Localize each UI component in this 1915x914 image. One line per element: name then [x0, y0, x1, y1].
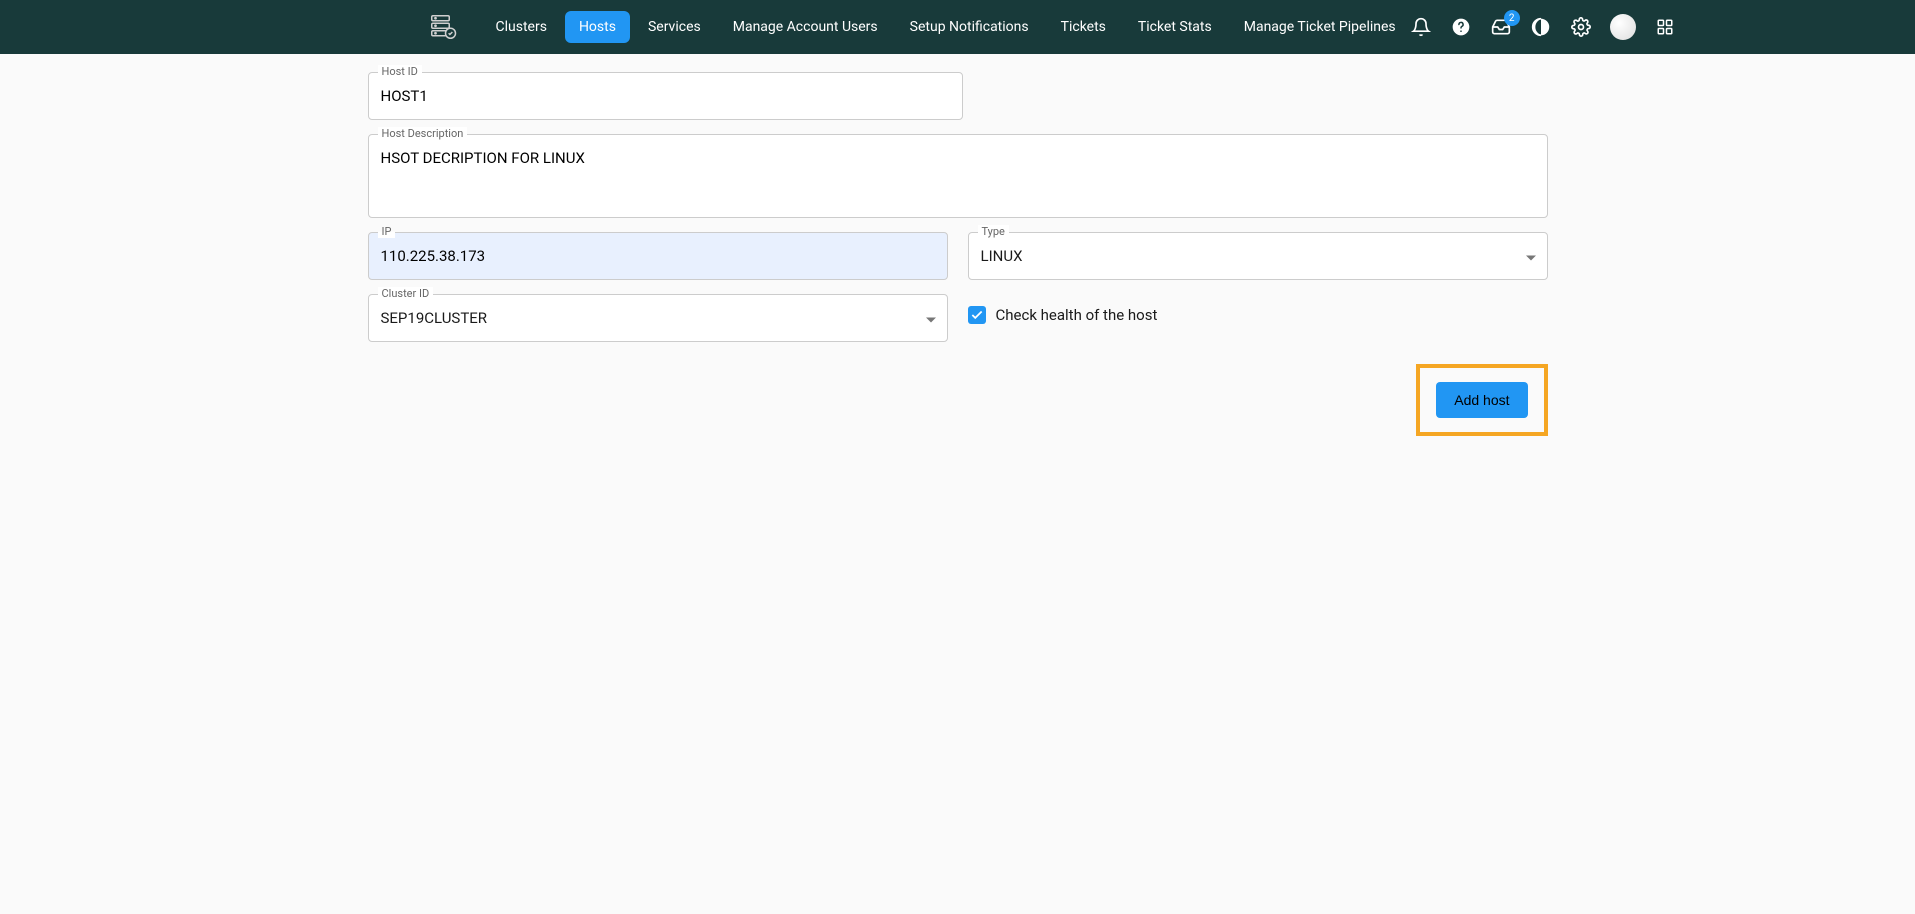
- nav-item-services[interactable]: Services: [634, 11, 715, 43]
- nav-item-ticket-stats[interactable]: Ticket Stats: [1124, 11, 1226, 43]
- theme-icon[interactable]: [1530, 16, 1552, 38]
- apps-icon[interactable]: [1654, 16, 1676, 38]
- nav-items: ClustersHostsServicesManage Account User…: [482, 11, 1410, 43]
- host-description-input[interactable]: [368, 134, 1548, 218]
- form-content: Host ID Host Description IP Type LINUX C…: [358, 54, 1558, 454]
- gear-icon[interactable]: [1570, 16, 1592, 38]
- inbox-badge: 2: [1504, 10, 1520, 26]
- button-row: Add host: [368, 364, 1548, 436]
- nav-item-manage-ticket-pipelines[interactable]: Manage Ticket Pipelines: [1230, 11, 1410, 43]
- highlight-box: Add host: [1416, 364, 1547, 436]
- check-health-container: Check health of the host: [968, 294, 1548, 342]
- cluster-id-field: Cluster ID SEP19CLUSTER: [368, 294, 948, 342]
- cluster-id-select[interactable]: SEP19CLUSTER: [368, 294, 948, 342]
- type-value: LINUX: [981, 247, 1023, 265]
- help-icon[interactable]: [1450, 16, 1472, 38]
- top-navbar: ClustersHostsServicesManage Account User…: [0, 0, 1915, 54]
- host-id-input[interactable]: [368, 72, 963, 120]
- bell-icon[interactable]: [1410, 16, 1432, 38]
- app-logo[interactable]: [428, 11, 458, 43]
- check-health-checkbox[interactable]: [968, 306, 986, 324]
- avatar[interactable]: [1610, 14, 1636, 40]
- ip-field: IP: [368, 232, 948, 280]
- nav-item-clusters[interactable]: Clusters: [482, 11, 561, 43]
- ip-input[interactable]: [368, 232, 948, 280]
- cluster-id-value: SEP19CLUSTER: [381, 309, 488, 327]
- inbox-icon[interactable]: 2: [1490, 16, 1512, 38]
- nav-item-hosts[interactable]: Hosts: [565, 11, 630, 43]
- navbar-inner: ClustersHostsServicesManage Account User…: [258, 11, 1658, 43]
- host-description-field: Host Description: [368, 134, 1548, 218]
- nav-icons: 2: [1410, 14, 1676, 40]
- type-select[interactable]: LINUX: [968, 232, 1548, 280]
- cluster-id-label: Cluster ID: [378, 287, 434, 300]
- nav-item-setup-notifications[interactable]: Setup Notifications: [896, 11, 1043, 43]
- add-host-button[interactable]: Add host: [1436, 382, 1527, 418]
- host-id-field: Host ID: [368, 72, 963, 120]
- check-health-label[interactable]: Check health of the host: [996, 306, 1158, 324]
- ip-label: IP: [378, 225, 396, 238]
- nav-item-manage-account-users[interactable]: Manage Account Users: [719, 11, 892, 43]
- type-field: Type LINUX: [968, 232, 1548, 280]
- host-description-label: Host Description: [378, 127, 468, 140]
- nav-item-tickets[interactable]: Tickets: [1047, 11, 1120, 43]
- host-id-label: Host ID: [378, 65, 422, 78]
- type-label: Type: [978, 225, 1009, 238]
